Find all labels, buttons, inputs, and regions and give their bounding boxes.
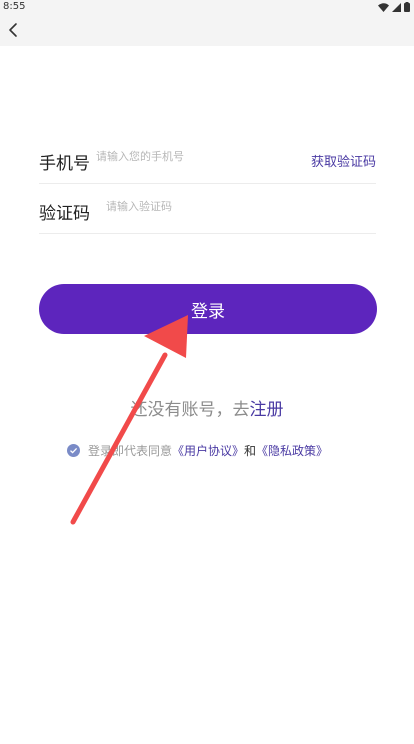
agreement-and: 和	[244, 444, 257, 458]
register-text: 还没有账号，去	[130, 400, 250, 420]
top-bar	[0, 14, 414, 46]
battery-icon	[404, 2, 410, 12]
code-row: 验证码	[39, 185, 376, 234]
status-time: 8:55	[3, 1, 26, 12]
phone-row: 手机号 获取验证码	[39, 135, 376, 184]
register-prompt: 还没有账号，去注册	[0, 395, 414, 420]
back-arrow-icon[interactable]	[4, 20, 24, 40]
code-input[interactable]	[106, 200, 306, 213]
check-circle-icon	[70, 447, 78, 454]
privacy-policy-link[interactable]: 《隐私政策》	[256, 442, 328, 459]
phone-input[interactable]	[96, 150, 296, 163]
status-icons	[378, 2, 410, 12]
agreement-row: 登录即代表同意 《用户协议》 和 《隐私政策》	[67, 442, 328, 459]
get-code-button[interactable]: 获取验证码	[311, 151, 376, 170]
login-button[interactable]: 登录	[39, 284, 377, 334]
status-bar: 8:55	[0, 0, 414, 14]
wifi-icon	[378, 2, 389, 12]
register-link[interactable]: 注册	[250, 400, 284, 420]
signal-icon	[392, 2, 401, 12]
agreement-checkbox[interactable]	[67, 444, 80, 457]
code-label: 验证码	[39, 204, 90, 224]
phone-label: 手机号	[39, 154, 90, 174]
user-agreement-link[interactable]: 《用户协议》	[172, 442, 244, 459]
agreement-prefix: 登录即代表同意	[88, 444, 173, 458]
